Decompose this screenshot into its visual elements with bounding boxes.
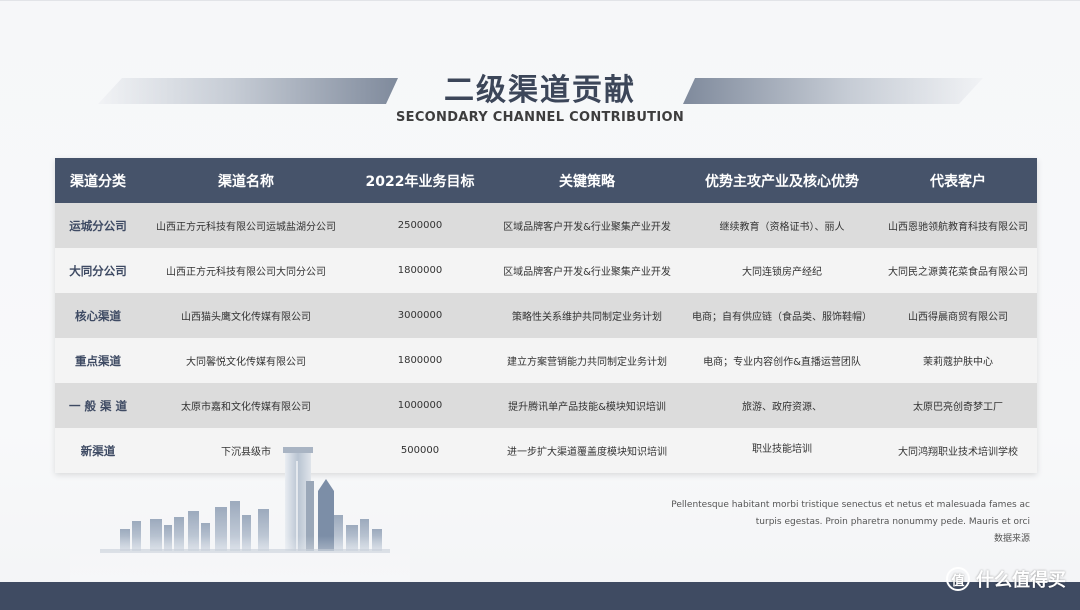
column-header-client: 代表客户 <box>930 173 986 190</box>
column-header-strategy: 关键策略 <box>559 173 615 190</box>
cell-client: 山西恩驰领航教育科技有限公司 <box>888 222 1028 233</box>
cell-channel-name: 山西正方元科技有限公司运城盐湖分公司 <box>156 222 336 233</box>
cell-strategy: 区域品牌客户开发&行业聚集产业开发 <box>503 222 671 233</box>
footnote-line-2: turpis egestas. Proin pharetra nonummy p… <box>755 517 1030 527</box>
table-row: 运城分公司 山西正方元科技有限公司运城盐湖分公司 2500000 区域品牌客户开… <box>55 203 1037 248</box>
footnote-line-1: Pellentesque habitant morbi tristique se… <box>671 500 1030 510</box>
table-header: 渠道分类 渠道名称 2022年业务目标 关键策略 优势主攻产业及核心优势 代表客… <box>55 158 1037 203</box>
slide-canvas: 二级渠道贡献 SECONDARY CHANNEL CONTRIBUTION 渠道… <box>0 0 1080 610</box>
cell-category: 重点渠道 <box>75 353 121 368</box>
watermark-text: 什么值得买 <box>976 570 1066 591</box>
cell-channel-name: 太原市嘉和文化传媒有限公司 <box>181 402 311 413</box>
page-subtitle: SECONDARY CHANNEL CONTRIBUTION <box>395 110 685 125</box>
cell-advantage: 电商；自有供应链（食品类、服饰鞋帽） <box>692 312 872 323</box>
footer-bar <box>0 582 1080 610</box>
cell-client: 大同民之源黄花菜食品有限公司 <box>888 267 1028 278</box>
cell-strategy: 建立方案营销能力共同制定业务计划 <box>507 357 667 368</box>
table-row: 大同分公司 山西正方元科技有限公司大同分公司 1800000 区域品牌客户开发&… <box>55 248 1037 293</box>
cell-strategy: 进一步扩大渠道覆盖度模块知识培训 <box>507 447 667 458</box>
footnote: Pellentesque habitant morbi tristique se… <box>560 497 1030 548</box>
cell-category: 大同分公司 <box>69 263 127 278</box>
page-title: 二级渠道贡献 <box>444 73 636 108</box>
cell-channel-name: 山西正方元科技有限公司大同分公司 <box>166 267 326 278</box>
column-header-category: 渠道分类 <box>70 173 126 190</box>
cell-client: 茉莉蔻护肤中心 <box>923 357 993 368</box>
cell-strategy: 提升腾讯单产品技能&模块知识培训 <box>508 402 666 413</box>
column-header-target: 2022年业务目标 <box>365 173 475 190</box>
cell-strategy: 策略性关系维护共同制定业务计划 <box>512 312 662 323</box>
cell-advantage: 大同连锁房产经纪 <box>742 267 822 278</box>
cell-client: 大同鸿翔职业技术培训学校 <box>898 447 1018 458</box>
cell-category: 一 般 渠 道 <box>68 398 127 413</box>
cell-advantage: 旅游、政府资源、 <box>742 402 822 413</box>
cell-strategy: 区域品牌客户开发&行业聚集产业开发 <box>503 267 671 278</box>
column-header-advantage: 优势主攻产业及核心优势 <box>705 173 859 190</box>
watermark: 值 什么值得买 <box>946 564 1066 594</box>
watermark-logo-icon: 值 <box>946 567 970 591</box>
cell-advantage: 职业技能培训 <box>752 444 812 455</box>
cell-advantage: 电商；专业内容创作&直播运营团队 <box>703 357 861 368</box>
cell-target: 1800000 <box>397 265 443 276</box>
cell-channel-name: 大同馨悦文化传媒有限公司 <box>186 357 306 368</box>
cell-target: 1000000 <box>397 400 443 411</box>
cell-target: 1800000 <box>397 355 443 366</box>
city-skyline-image <box>70 447 410 581</box>
cell-channel-name: 山西猫头鹰文化传媒有限公司 <box>181 312 311 323</box>
cell-client: 山西得晨商贸有限公司 <box>908 312 1008 323</box>
cell-target: 3000000 <box>397 310 443 321</box>
table-row: 核心渠道 山西猫头鹰文化传媒有限公司 3000000 策略性关系维护共同制定业务… <box>55 293 1037 338</box>
channel-table: 渠道分类 渠道名称 2022年业务目标 关键策略 优势主攻产业及核心优势 代表客… <box>55 158 1037 473</box>
cell-category: 核心渠道 <box>75 308 121 323</box>
column-header-channel-name: 渠道名称 <box>218 173 274 190</box>
cell-category: 运城分公司 <box>69 218 127 233</box>
table-row: 重点渠道 大同馨悦文化传媒有限公司 1800000 建立方案营销能力共同制定业务… <box>55 338 1037 383</box>
cell-target: 2500000 <box>397 220 443 231</box>
cell-advantage: 继续教育（资格证书）、丽人 <box>719 222 845 233</box>
cell-client: 太原巴亮创奇梦工厂 <box>913 402 1003 413</box>
table-row: 一 般 渠 道 太原市嘉和文化传媒有限公司 1000000 提升腾讯单产品技能&… <box>55 383 1037 428</box>
data-source-label: 数据来源 <box>993 534 1030 544</box>
